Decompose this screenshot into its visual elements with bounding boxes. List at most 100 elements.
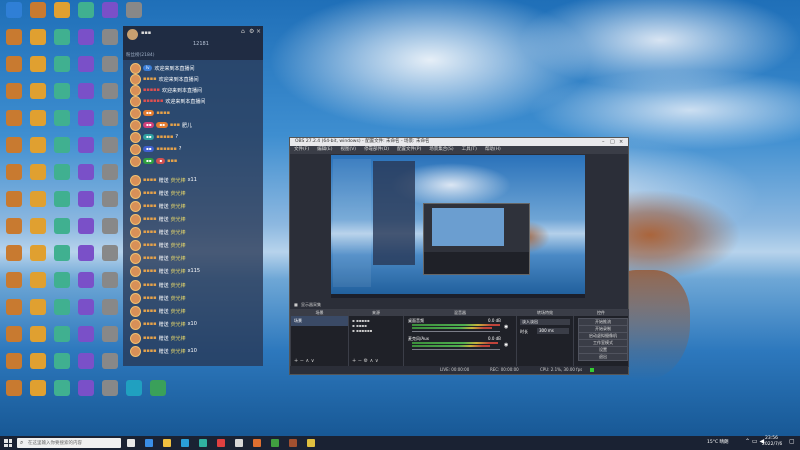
desktop-app-icon[interactable]: [98, 380, 122, 408]
desktop-app-icon[interactable]: [74, 218, 98, 246]
desktop-app-icon[interactable]: [2, 218, 26, 246]
desktop-app-icon[interactable]: [50, 56, 74, 84]
desktop-app-icon[interactable]: [2, 353, 26, 381]
desktop-app-icon[interactable]: [2, 326, 26, 354]
desktop-app-icon[interactable]: [74, 299, 98, 327]
speaker-icon[interactable]: ◉: [504, 342, 508, 348]
desktop-app-icon[interactable]: [98, 191, 122, 219]
desktop-app-icon[interactable]: [98, 272, 122, 300]
desktop-app-icon[interactable]: [146, 380, 170, 408]
desktop-app-icon[interactable]: [74, 56, 98, 84]
desktop-app-icon[interactable]: [74, 353, 98, 381]
desktop-app-icon[interactable]: [98, 110, 122, 138]
exit-button[interactable]: 退出: [578, 353, 628, 361]
menu-docks[interactable]: 停靠部件(D): [364, 146, 389, 154]
desktop-app-icon[interactable]: [2, 191, 26, 219]
taskbar-app-icon[interactable]: [127, 439, 135, 447]
minimize-icon[interactable]: –: [602, 138, 605, 146]
desktop-app-icon[interactable]: [50, 245, 74, 273]
taskbar-app-icon[interactable]: [253, 439, 261, 447]
scene-item[interactable]: 场景: [291, 316, 348, 326]
desktop-app-icon[interactable]: [122, 380, 146, 408]
desktop-app-icon[interactable]: [74, 83, 98, 111]
desktop-app-icon[interactable]: [26, 191, 50, 219]
scene-add-icon[interactable]: + − ∧ ∨: [294, 358, 314, 364]
desktop-app-icon[interactable]: [2, 380, 26, 408]
clock-time[interactable]: 23:56: [765, 436, 778, 441]
desktop-app-icon[interactable]: [74, 110, 98, 138]
weather-widget[interactable]: 15°C 晴朗: [707, 439, 729, 445]
desktop-app-icon[interactable]: [2, 2, 26, 30]
desktop-app-icon[interactable]: [50, 110, 74, 138]
source-add-icon[interactable]: + − ⚙ ∧ ∨: [352, 358, 379, 364]
taskbar-search-input[interactable]: ⌕ 在这里输入你要搜索的内容: [17, 438, 121, 448]
desktop-app-icon[interactable]: [50, 2, 74, 30]
close-icon[interactable]: ×: [619, 138, 623, 146]
desktop-app-icon[interactable]: [98, 353, 122, 381]
desktop-app-icon[interactable]: [50, 164, 74, 192]
mixer-dock[interactable]: 混音器 桌面音频 0.0 dB ◉ 麦克风/Aux 0.0 dB ◉: [403, 309, 517, 367]
desktop-app-icon[interactable]: [26, 353, 50, 381]
menu-profile[interactable]: 配置文件(P): [397, 146, 421, 154]
live-chat-overlay[interactable]: ▪▪▪ ⌂ ⚙ × 12181 粉丝榜(2184) lv 欢迎来到本直播间 ▪▪▪…: [123, 26, 263, 366]
desktop-app-icon[interactable]: [50, 380, 74, 408]
desktop-app-icon[interactable]: [98, 83, 122, 111]
desktop-app-icon[interactable]: [74, 245, 98, 273]
taskbar-app-icon[interactable]: [199, 439, 207, 447]
menu-edit[interactable]: 编辑(E): [317, 146, 332, 154]
desktop-app-icon[interactable]: [98, 299, 122, 327]
source-lock-icon[interactable]: ■: [294, 302, 298, 307]
desktop-app-icon[interactable]: [50, 191, 74, 219]
desktop-app-icon[interactable]: [50, 218, 74, 246]
desktop-app-icon[interactable]: [2, 299, 26, 327]
desktop-app-icon[interactable]: [50, 272, 74, 300]
desktop-app-icon[interactable]: [26, 2, 50, 30]
sources-dock[interactable]: 来源 ▪ ▪▪▪▪▪ ▪ ▪▪▪▪ ▪ ▪▪▪▪▪▪ + − ⚙ ∧ ∨: [348, 309, 404, 367]
settings-icon[interactable]: ⚙: [249, 28, 254, 35]
controls-dock[interactable]: 控件 开始推流 开始录制 启动虚拟摄像机 工作室模式 设置 退出: [573, 309, 629, 367]
desktop-app-icon[interactable]: [2, 110, 26, 138]
desktop-app-icon[interactable]: [98, 245, 122, 273]
maximize-icon[interactable]: □: [610, 138, 615, 146]
desktop-app-icon[interactable]: [98, 137, 122, 165]
menu-file[interactable]: 文件(F): [294, 146, 309, 154]
taskbar-app-icon[interactable]: [271, 439, 279, 447]
desktop-app-icon[interactable]: [2, 272, 26, 300]
desktop-app-icon[interactable]: [98, 164, 122, 192]
desktop-app-icon[interactable]: [2, 56, 26, 84]
desktop-app-icon[interactable]: [74, 137, 98, 165]
desktop-app-icon[interactable]: [74, 164, 98, 192]
desktop-app-icon[interactable]: [26, 29, 50, 57]
fan-rank-label[interactable]: 粉丝榜(2184): [126, 52, 154, 58]
desktop-app-icon[interactable]: [50, 326, 74, 354]
desktop-app-icon[interactable]: [74, 326, 98, 354]
close-icon[interactable]: ×: [256, 28, 261, 35]
desktop-app-icon[interactable]: [2, 137, 26, 165]
desktop-app-icon[interactable]: [26, 56, 50, 84]
speaker-icon[interactable]: ◉: [504, 324, 508, 330]
desktop-app-icon[interactable]: [74, 191, 98, 219]
obs-title-bar[interactable]: OBS 27.2.4 (64-bit, windows) - 配置文件: 未命名…: [290, 138, 628, 146]
notification-icon[interactable]: ▢: [789, 438, 795, 445]
taskbar-app-icon[interactable]: [307, 439, 315, 447]
menu-view[interactable]: 视图(V): [340, 146, 356, 154]
desktop-app-icon[interactable]: [50, 299, 74, 327]
desktop-app-icon[interactable]: [98, 29, 122, 57]
taskbar-app-icon[interactable]: [181, 439, 189, 447]
source-list[interactable]: ▪ ▪▪▪▪▪ ▪ ▪▪▪▪ ▪ ▪▪▪▪▪▪: [349, 316, 403, 335]
desktop-app-icon[interactable]: [26, 380, 50, 408]
desktop-app-icon[interactable]: [26, 218, 50, 246]
duration-input[interactable]: 300 ms: [537, 328, 569, 334]
desktop-app-icon[interactable]: [26, 326, 50, 354]
desktop-app-icon[interactable]: [26, 245, 50, 273]
desktop-app-icon[interactable]: [2, 83, 26, 111]
desktop-app-icon[interactable]: [26, 272, 50, 300]
taskbar-app-icon[interactable]: [163, 439, 171, 447]
mixer-volume-slider[interactable]: [412, 349, 500, 350]
desktop-app-icon[interactable]: [26, 110, 50, 138]
windows-start-icon[interactable]: [4, 439, 12, 447]
obs-window[interactable]: OBS 27.2.4 (64-bit, windows) - 配置文件: 未命名…: [289, 137, 629, 375]
menu-tools[interactable]: 工具(T): [462, 146, 477, 154]
desktop-app-icon[interactable]: [26, 299, 50, 327]
clock-date[interactable]: 2022/7/6: [762, 442, 782, 447]
